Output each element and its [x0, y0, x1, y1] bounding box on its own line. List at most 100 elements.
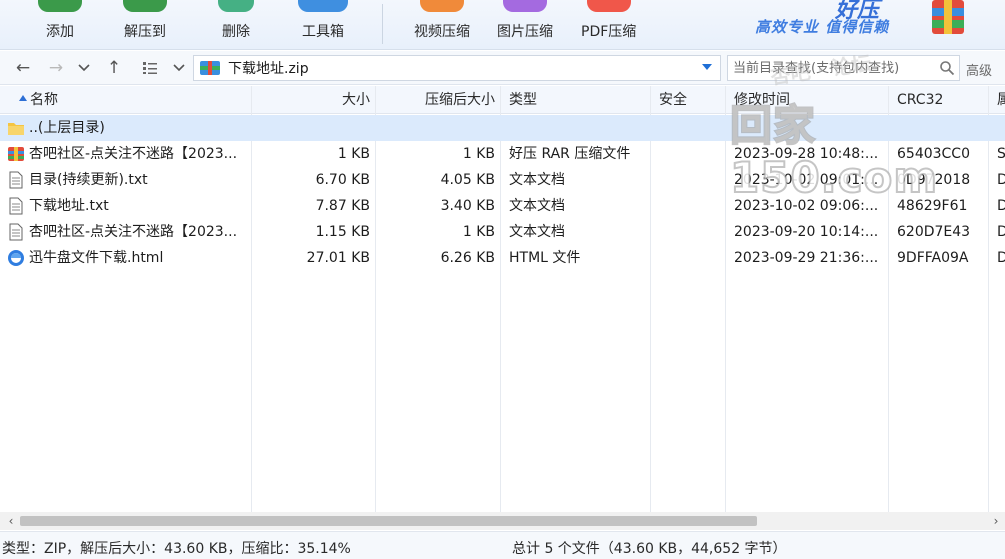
file-size: 1 KB	[337, 146, 370, 162]
history-dropdown-icon[interactable]	[73, 57, 95, 79]
status-bar: 类型：ZIP，解压后大小：43.60 KB，压缩比：35.14% 总计 5 个文…	[0, 531, 1005, 559]
file-type: 文本文档	[509, 224, 565, 240]
file-packed-size: 1 KB	[462, 146, 495, 162]
file-modified: 2023-09-20 10:14:...	[734, 224, 879, 240]
delete-button-label: 删除	[222, 24, 250, 40]
file-size: 7.87 KB	[315, 198, 370, 214]
pdf-compress-button[interactable]: PDF压缩	[581, 0, 636, 50]
archive-info-text: 类型：ZIP，解压后大小：43.60 KB，压缩比：35.14%	[2, 541, 351, 557]
file-size: 27.01 KB	[306, 250, 370, 266]
file-name: 迅牛盘文件下载.html	[29, 250, 164, 266]
view-mode-icon[interactable]	[139, 57, 161, 79]
file-attributes: D	[997, 198, 1005, 214]
up-arrow-icon[interactable]: ↑	[103, 57, 125, 79]
file-name: 杏吧社区-点关注不迷路【2023...	[29, 224, 238, 240]
path-dropdown-icon[interactable]	[702, 64, 712, 70]
file-row-parent-directory[interactable]: ..(上层目录)	[0, 115, 1005, 141]
column-header-row: 名称 大小 压缩后大小 类型 安全 修改时间 CRC32 属	[0, 86, 1005, 114]
file-row[interactable]: 迅牛盘文件下载.html 27.01 KB 6.26 KB HTML 文件 20…	[0, 245, 1005, 271]
delete-button[interactable]: 删除	[218, 0, 254, 50]
file-row[interactable]: 杏吧社区-点关注不迷路【2023... 1 KB 1 KB 好压 RAR 压缩文…	[0, 141, 1005, 167]
file-name: ..(上层目录)	[29, 120, 105, 136]
zip-archive-icon	[200, 61, 220, 75]
toolbox-icon	[298, 0, 348, 12]
file-row[interactable]: 目录(持续更新).txt 6.70 KB 4.05 KB 文本文档 2023-1…	[0, 167, 1005, 193]
add-icon	[38, 0, 82, 12]
column-header-type[interactable]: 类型	[501, 86, 651, 114]
add-button[interactable]: 添加	[38, 0, 82, 50]
search-icon[interactable]	[939, 60, 955, 76]
toolbox-button[interactable]: 工具箱	[298, 0, 348, 50]
scroll-left-icon[interactable]: ‹	[2, 512, 20, 530]
file-attributes: D	[997, 172, 1005, 188]
file-row[interactable]: 下载地址.txt 7.87 KB 3.40 KB 文本文档 2023-10-02…	[0, 193, 1005, 219]
file-name: 下载地址.txt	[29, 198, 109, 214]
brand-area: 好压 高效专业 值得信赖	[735, 0, 1005, 50]
column-header-size[interactable]: 大小	[252, 86, 376, 114]
file-name: 目录(持续更新).txt	[29, 172, 148, 188]
file-crc32: 9DFFA09A	[897, 250, 969, 266]
search-input[interactable]	[733, 57, 938, 79]
file-packed-size: 3.40 KB	[440, 198, 495, 214]
pdf-compress-icon	[586, 0, 631, 12]
file-attributes: S	[997, 146, 1005, 162]
toolbar-separator	[382, 4, 383, 44]
image-compress-icon	[503, 0, 547, 12]
file-packed-size: 4.05 KB	[440, 172, 495, 188]
file-crc32: 65403CC0	[897, 146, 970, 162]
image-compress-button-label: 图片压缩	[497, 24, 553, 40]
scroll-right-icon[interactable]: ›	[987, 512, 1005, 530]
video-compress-button-label: 视频压缩	[414, 24, 470, 40]
file-type: 文本文档	[509, 198, 565, 214]
file-modified: 2023-09-28 10:48:...	[734, 146, 879, 162]
file-crc32: 620D7E43	[897, 224, 971, 240]
address-bar: ← → ↑ 下载地址.zip 高级	[0, 51, 1005, 85]
file-modified: 2023-10-02 09:06:...	[734, 198, 879, 214]
column-header-crc32[interactable]: CRC32	[889, 86, 989, 114]
file-modified: 2023-10-02 09:01:...	[734, 172, 879, 188]
horizontal-scrollbar[interactable]: ‹ ›	[0, 512, 1005, 530]
file-type: HTML 文件	[509, 250, 581, 266]
scrollbar-thumb[interactable]	[20, 516, 757, 526]
column-header-name[interactable]: 名称	[0, 86, 252, 114]
video-compress-button[interactable]: 视频压缩	[414, 0, 470, 50]
forward-arrow-icon[interactable]: →	[45, 57, 67, 79]
add-button-label: 添加	[46, 24, 74, 40]
file-attributes: D	[997, 224, 1005, 240]
file-type: 好压 RAR 压缩文件	[509, 146, 631, 162]
file-crc32: 48629F61	[897, 198, 968, 214]
file-size: 6.70 KB	[315, 172, 370, 188]
toolbar: 添加 解压到 删除 工具箱 视频压缩 图片压缩 PDF压缩 好压 高效专业 值得…	[0, 0, 1005, 50]
column-header-packed-size[interactable]: 压缩后大小	[376, 86, 501, 114]
file-modified: 2023-09-29 21:36:...	[734, 250, 879, 266]
file-total-text: 总计 5 个文件（43.60 KB，44,652 字节）	[512, 541, 787, 557]
pdf-compress-button-label: PDF压缩	[581, 24, 637, 40]
file-list: ..(上层目录) 杏吧社区-点关注不迷路【2023... 1 KB 1 KB 好…	[0, 115, 1005, 271]
file-packed-size: 1 KB	[462, 224, 495, 240]
file-type: 文本文档	[509, 172, 565, 188]
file-name: 杏吧社区-点关注不迷路【2023...	[29, 146, 238, 162]
search-box	[727, 55, 960, 81]
toolbox-button-label: 工具箱	[302, 24, 344, 40]
video-compress-icon	[420, 0, 464, 12]
path-text: 下载地址.zip	[228, 61, 309, 77]
column-header-modified[interactable]: 修改时间	[726, 86, 889, 114]
column-header-attributes[interactable]: 属	[989, 86, 1005, 114]
file-packed-size: 6.26 KB	[440, 250, 495, 266]
brand-slogan: 高效专业 值得信赖	[755, 18, 890, 36]
extract-to-button[interactable]: 解压到	[123, 0, 167, 50]
file-crc32: 0D972018	[897, 172, 971, 188]
image-compress-button[interactable]: 图片压缩	[497, 0, 553, 50]
haozip-logo-icon	[932, 0, 964, 34]
file-attributes: D	[997, 250, 1005, 266]
view-dropdown-icon[interactable]	[168, 57, 190, 79]
advanced-search-link[interactable]: 高级	[966, 60, 992, 79]
back-arrow-icon[interactable]: ←	[12, 57, 34, 79]
extract-icon	[123, 0, 167, 12]
delete-icon	[218, 0, 254, 12]
extract-to-button-label: 解压到	[124, 24, 166, 40]
column-header-security[interactable]: 安全	[651, 86, 726, 114]
file-size: 1.15 KB	[315, 224, 370, 240]
path-field[interactable]: 下载地址.zip	[193, 55, 721, 81]
file-row[interactable]: 杏吧社区-点关注不迷路【2023... 1.15 KB 1 KB 文本文档 20…	[0, 219, 1005, 245]
